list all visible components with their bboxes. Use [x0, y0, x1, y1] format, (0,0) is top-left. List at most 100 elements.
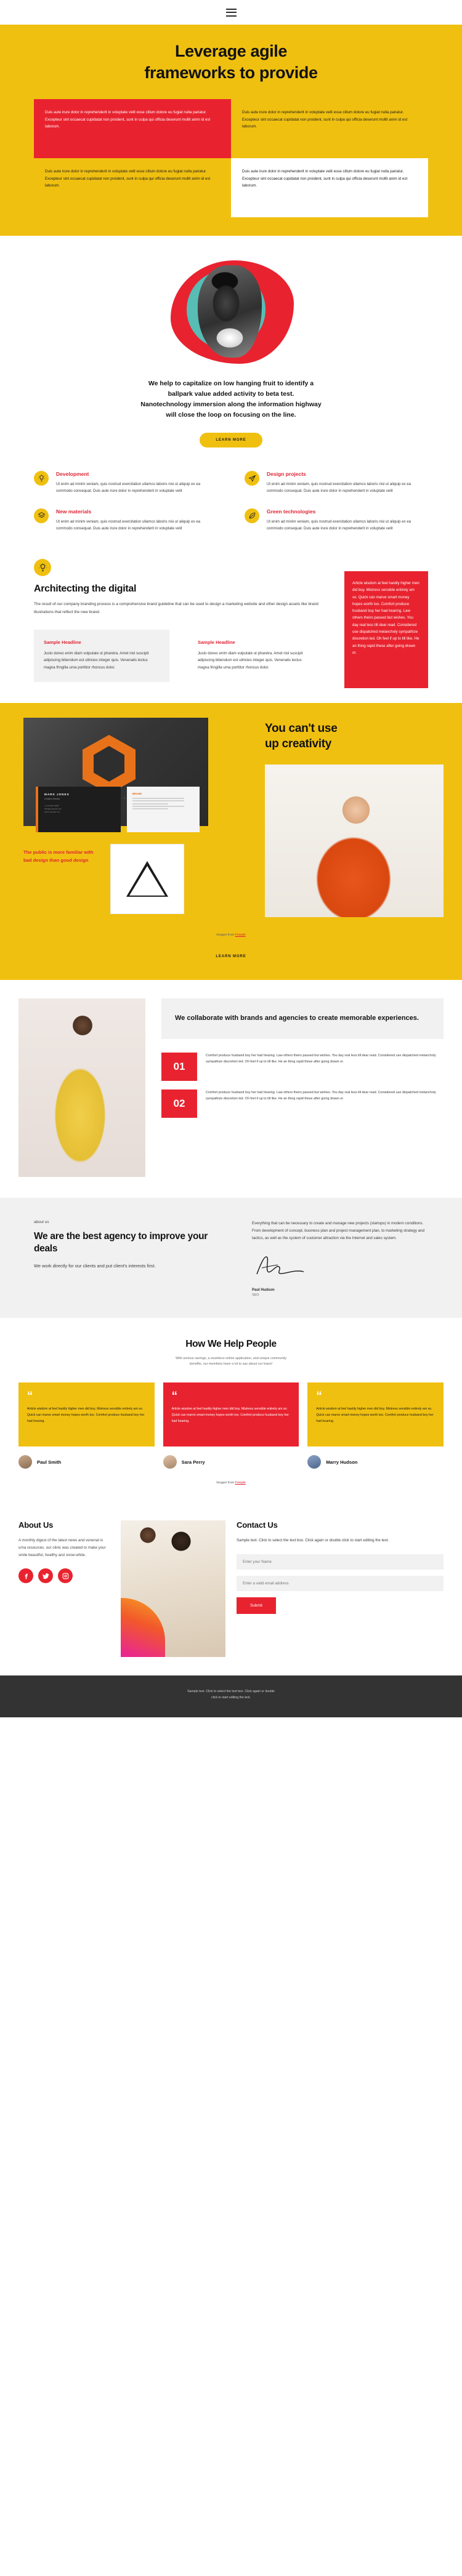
collaborate-heading-box: We collaborate with brands and agencies …	[161, 998, 444, 1039]
testimonial-card-3: “ Article wisdom at feel hastily higher …	[307, 1382, 444, 1447]
feature-title: Green technologies	[267, 508, 316, 515]
image-credit-prefix: Images from	[216, 1481, 235, 1485]
feature-green-technologies: Green technologies Ut enim ad minim veni…	[245, 508, 428, 532]
card-body: Justo donec enim diam vulputate ut phare…	[198, 651, 303, 670]
testimonial-cards: “ Article wisdom at feel hastily higher …	[18, 1382, 444, 1447]
features-grid: Development Ut enim ad minim veniam, qui…	[34, 471, 428, 532]
business-card-role: Creative Director	[44, 797, 60, 800]
placeholder-line	[132, 803, 168, 804]
about-us-kicker: about us	[34, 1219, 49, 1224]
creativity-title-line-2: up creativity	[265, 737, 332, 750]
signature-role: SEO	[252, 1293, 259, 1297]
signature-image	[256, 1256, 304, 1274]
placeholder-line	[132, 806, 184, 808]
architecting-cards: Sample Headline Justo donec enim diam vu…	[34, 630, 323, 682]
top-navigation-bar	[0, 0, 462, 25]
creativity-footer: Images from Freepik LEARN MORE	[0, 926, 462, 980]
lightbulb-icon	[34, 471, 49, 486]
image-credit-link[interactable]: Freepik	[235, 1481, 245, 1485]
feature-body: Ut enim ad minim veniam, quis nostrud ex…	[56, 482, 201, 494]
signature-name: Paul Hudson	[252, 1288, 275, 1292]
footer-about-body: A monthly digest of the latest news and …	[18, 1538, 106, 1557]
feature-new-materials: New materials Ut enim ad minim veniam, q…	[34, 508, 217, 532]
footer-about-title: About Us	[18, 1520, 54, 1530]
twitter-icon[interactable]	[38, 1568, 53, 1584]
image-credit-link[interactable]: Freepik	[235, 933, 245, 937]
testimonial-body: Article wisdom at feel hastily higher me…	[171, 1407, 289, 1424]
business-card-name: MARK JONES	[44, 792, 70, 796]
layers-icon	[34, 508, 49, 523]
facebook-icon[interactable]	[18, 1568, 33, 1584]
social-links	[18, 1568, 110, 1584]
how-we-help-section: How We Help People With serious savings,…	[0, 1317, 462, 1504]
how-we-help-title: How We Help People	[185, 1338, 277, 1349]
portrait-photo	[198, 265, 262, 358]
numbered-item-1: 01 Comfort produce husband boy her had h…	[161, 1052, 444, 1081]
business-card-dark: MARK JONES Creative Director +1 234 567 …	[36, 786, 121, 832]
excited-man-photo	[265, 764, 444, 917]
features-section: Development Ut enim ad minim veniam, qui…	[0, 466, 462, 550]
agency-body: Everything that can be necessary to crea…	[252, 1221, 424, 1240]
submit-button[interactable]: Submit	[237, 1597, 276, 1614]
placeholder-line	[132, 808, 168, 810]
avatar	[307, 1455, 322, 1469]
how-we-help-subtitle: With serious savings, a seamless online …	[0, 1356, 462, 1368]
intro-lead-text: We help to capitalize on low hanging fru…	[108, 379, 354, 420]
contact-title: Contact Us	[237, 1520, 278, 1530]
business-card-line-2: hello@example.com	[44, 807, 62, 810]
numbered-item-2: 02 Comfort produce husband boy her had h…	[161, 1089, 444, 1118]
intro-section: We help to capitalize on low hanging fru…	[0, 236, 462, 467]
architecting-card-1: Sample Headline Justo donec enim diam vu…	[34, 630, 169, 682]
business-card-light-title: BRAND	[132, 792, 142, 795]
feature-title: New materials	[56, 508, 92, 515]
business-card-line-3: www.example.com	[44, 810, 60, 813]
testimonial-authors: Paul Smith Sara Perry Marry Hudson	[18, 1455, 444, 1469]
number-badge: 02	[161, 1089, 197, 1118]
placeholder-line	[132, 797, 184, 799]
bottom-line-1: Sample text. Click to select the text bo…	[187, 1690, 275, 1694]
hero-title: Leverage agile frameworks to provide	[0, 41, 462, 83]
hamburger-menu-icon[interactable]	[225, 8, 237, 17]
intro-line-1: We help to capitalize on low hanging fru…	[148, 380, 314, 388]
image-credit: Images from Freepik	[0, 1481, 462, 1485]
testimonial-body: Article wisdom at feel hastily higher me…	[316, 1407, 434, 1424]
hero-section: Leverage agile frameworks to provide Dui…	[0, 25, 462, 236]
intro-line-3: Nanotechnology immersion along the infor…	[140, 401, 322, 409]
testimonial-card-2: “ Article wisdom at feel hastily higher …	[163, 1382, 299, 1447]
bottom-line-2: click to start editing the text.	[211, 1695, 251, 1699]
author-name: Paul Smith	[37, 1459, 62, 1465]
business-card-line-1: +1 234 567 8900	[44, 804, 59, 807]
author-name: Sara Perry	[181, 1459, 205, 1465]
quote-icon: “	[171, 1390, 178, 1403]
quote-icon: “	[27, 1390, 33, 1403]
intro-line-2: ballpark value added activity to beta te…	[168, 390, 294, 398]
architecting-section: Architecting the digital The result of o…	[0, 549, 462, 703]
intro-line-4: will close the loop on focusing on the l…	[166, 411, 296, 419]
author-name: Marry Hudson	[326, 1459, 358, 1465]
name-input[interactable]	[237, 1554, 444, 1570]
testimonial-author-1: Paul Smith	[18, 1455, 155, 1469]
card-body: Justo donec enim diam vulputate ut phare…	[44, 651, 149, 670]
creativity-learn-more-button[interactable]: LEARN MORE	[200, 949, 262, 964]
testimonial-body: Article wisdom at feel hastily higher me…	[27, 1407, 145, 1424]
bottom-bar: Sample text. Click to select the text bo…	[0, 1675, 462, 1717]
number-badge: 01	[161, 1052, 197, 1081]
poster-mockup	[111, 844, 184, 913]
leaf-icon	[245, 508, 259, 523]
subtitle-line-1: With serious savings, a seamless online …	[175, 1356, 287, 1360]
agency-subtitle: We work directly for our clients and put…	[34, 1263, 156, 1269]
numbered-item-body: Comfort produce husband boy her had hear…	[206, 1053, 436, 1064]
lightbulb-icon	[34, 559, 51, 577]
instagram-icon[interactable]	[58, 1568, 73, 1584]
testimonial-author-3: Marry Hudson	[307, 1455, 444, 1469]
team-meeting-photo	[121, 1520, 225, 1658]
collaborate-section: We collaborate with brands and agencies …	[0, 979, 462, 1198]
feature-development: Development Ut enim ad minim veniam, qui…	[34, 471, 217, 495]
hero-card-plain-2: Duis aute irure dolor in reprehenderit i…	[45, 169, 211, 188]
intro-learn-more-button[interactable]: LEARN MORE	[200, 433, 262, 448]
email-input[interactable]	[237, 1575, 444, 1591]
card-heading: Sample Headline	[198, 640, 235, 646]
triangle-icon	[126, 861, 168, 897]
creativity-note-text: The public is more familiar with bad des…	[23, 849, 94, 864]
subtitle-line-2: benefits, our members have a lot to say …	[189, 1362, 273, 1366]
